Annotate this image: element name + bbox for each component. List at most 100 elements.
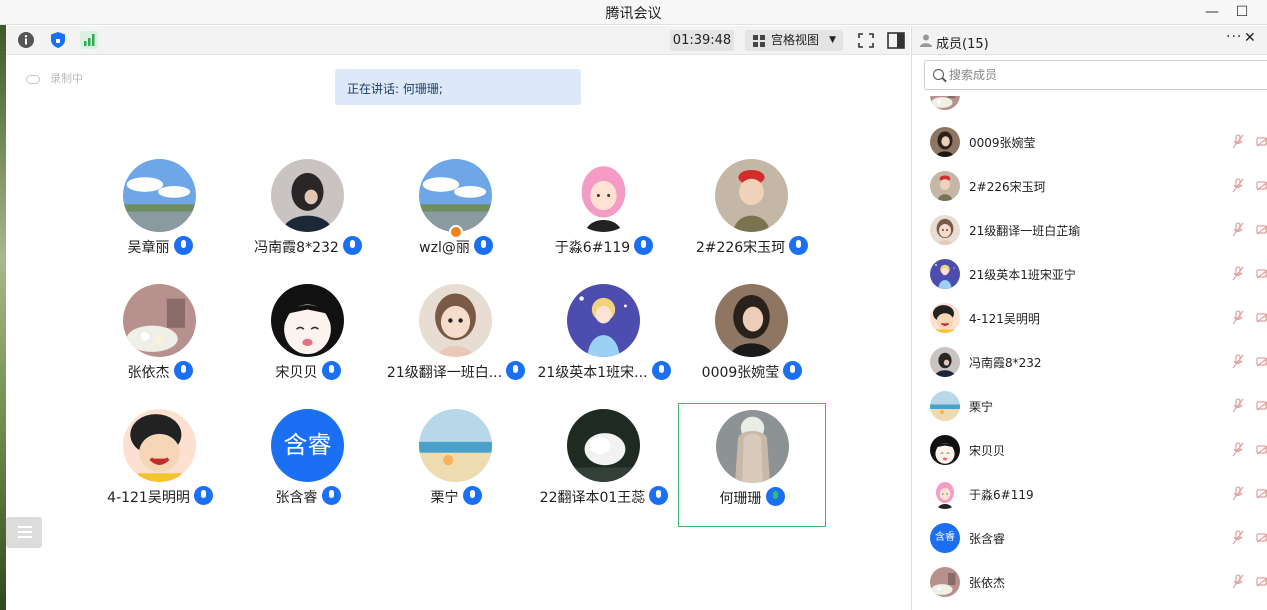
participant-name: 何珊珊 (719, 491, 762, 507)
participant-tile[interactable]: 宋贝贝 (234, 278, 382, 402)
mic-muted-icon[interactable] (1232, 398, 1244, 413)
member-name: 21级翻译一班白芷瑜 (969, 224, 1081, 238)
participant-tile[interactable]: 0009张婉莹 (678, 278, 826, 402)
participant-tile[interactable]: 冯南霞8*232 (234, 153, 382, 277)
search-icon (933, 69, 944, 80)
participant-name: 张含睿 (275, 490, 318, 506)
member-row[interactable]: 栗宁 (912, 384, 1267, 428)
camera-off-icon[interactable] (1256, 312, 1267, 323)
member-row[interactable]: 冯南霞8*232 (912, 340, 1267, 384)
participant-tile[interactable]: 于淼6#119 (530, 153, 678, 277)
member-row[interactable]: 张依杰 (912, 560, 1267, 604)
recording-indicator: 录制中 (26, 70, 83, 86)
participant-tile[interactable]: 2#226宋玉珂 (678, 153, 826, 277)
list-menu-button[interactable] (6, 517, 42, 548)
avatar: 含睿 (930, 523, 960, 553)
camera-off-icon[interactable] (1256, 400, 1267, 411)
participant-tile[interactable]: 21级翻译一班白... (382, 278, 530, 402)
mic-muted-icon[interactable] (1232, 222, 1244, 237)
participant-tile[interactable]: 22翻译本01王蕊 (530, 403, 678, 527)
title-bar: 腾讯会议 — ☐ (0, 0, 1267, 25)
participant-tile[interactable]: 4-121吴明明 (86, 403, 234, 527)
recording-label: 录制中 (50, 72, 83, 85)
members-title: 成员(15) (936, 37, 989, 52)
microphone-icon (321, 486, 341, 505)
more-options-button[interactable]: ··· (1226, 29, 1242, 45)
info-icon[interactable] (16, 30, 36, 50)
camera-off-icon[interactable] (1256, 444, 1267, 455)
camera-off-icon[interactable] (1256, 356, 1267, 367)
members-panel-header: 成员(15) ··· ✕ (912, 26, 1267, 55)
member-name: 于淼6#119 (969, 488, 1034, 502)
microphone-icon (783, 361, 803, 380)
maximize-button[interactable]: ☐ (1230, 1, 1254, 23)
member-row[interactable]: 21级英本1班宋亚宁 (912, 252, 1267, 296)
grid-view-icon (753, 35, 765, 47)
mic-muted-icon[interactable] (1232, 574, 1244, 589)
mic-muted-icon[interactable] (1232, 486, 1244, 501)
microphone-icon (173, 361, 193, 380)
participant-name-row: 0009张婉莹 (638, 361, 866, 382)
participant-name: 21级翻译一班白... (386, 365, 503, 381)
mic-muted-icon[interactable] (1232, 266, 1244, 281)
member-row-partial[interactable] (912, 96, 1267, 114)
fullscreen-icon[interactable] (855, 30, 877, 51)
camera-off-icon[interactable] (1256, 136, 1267, 147)
avatar-initials: 含睿 (930, 523, 960, 553)
mic-muted-icon[interactable] (1232, 178, 1244, 193)
member-row[interactable]: 于淼6#119 (912, 472, 1267, 516)
signal-icon[interactable] (79, 30, 99, 50)
avatar (930, 127, 960, 157)
close-panel-button[interactable]: ✕ (1244, 30, 1256, 46)
member-row[interactable]: 0009张婉莹 (912, 120, 1267, 164)
camera-off-icon[interactable] (1256, 268, 1267, 279)
camera-off-icon[interactable] (1256, 488, 1267, 499)
member-row[interactable]: 2#226宋玉珂 (912, 164, 1267, 208)
mic-muted-icon[interactable] (1232, 310, 1244, 325)
avatar (271, 159, 344, 232)
avatar-initials: 含睿 (283, 431, 332, 459)
participant-tile[interactable]: 栗宁 (382, 403, 530, 527)
participant-tile[interactable]: 含睿张含睿 (234, 403, 382, 527)
mic-muted-icon[interactable] (1232, 354, 1244, 369)
shield-icon[interactable] (48, 30, 68, 50)
sidebar-toggle-icon[interactable] (885, 30, 907, 51)
member-name: 4-121吴明明 (969, 312, 1040, 326)
participant-name: wzl@丽 (419, 240, 470, 256)
member-name: 2#226宋玉珂 (969, 180, 1046, 194)
participant-name: 0009张婉莹 (701, 365, 780, 381)
camera-off-icon[interactable] (1256, 224, 1267, 235)
camera-off-icon[interactable] (1256, 180, 1267, 191)
person-icon (920, 34, 932, 47)
member-row[interactable]: 4-121吴明明 (912, 296, 1267, 340)
mic-muted-icon[interactable] (1232, 442, 1244, 457)
cloud-icon (26, 74, 40, 84)
avatar (930, 347, 960, 377)
mic-muted-icon[interactable] (1232, 530, 1244, 545)
microphone-icon (765, 487, 785, 506)
participant-tile[interactable]: 21级英本1班宋... (530, 278, 678, 402)
participant-name: 4-121吴明明 (107, 490, 190, 506)
search-input[interactable] (949, 66, 1249, 84)
avatar (930, 171, 960, 201)
participant-name: 张依杰 (127, 365, 170, 381)
avatar (123, 409, 196, 482)
camera-off-icon[interactable] (1256, 576, 1267, 587)
participant-tile[interactable]: 吴章丽 (86, 153, 234, 277)
member-row[interactable]: 宋贝贝 (912, 428, 1267, 472)
participant-name: 冯南霞8*232 (254, 240, 339, 256)
member-search-box[interactable] (924, 60, 1267, 90)
member-row[interactable]: 21级翻译一班白芷瑜 (912, 208, 1267, 252)
camera-off-icon[interactable] (1256, 532, 1267, 543)
avatar (716, 410, 789, 483)
participant-tile[interactable]: 张依杰 (86, 278, 234, 402)
member-row[interactable]: 含睿 张含睿 (912, 516, 1267, 560)
view-mode-dropdown[interactable]: 宫格视图 ▼ (745, 30, 843, 51)
participant-tile[interactable]: wzl@丽 (382, 153, 530, 277)
minimize-button[interactable]: — (1200, 1, 1224, 23)
avatar (930, 391, 960, 421)
microphone-icon (173, 236, 193, 255)
participant-tile[interactable]: 何珊珊 (678, 403, 826, 527)
participant-name: 栗宁 (430, 490, 459, 506)
mic-muted-icon[interactable] (1232, 134, 1244, 149)
